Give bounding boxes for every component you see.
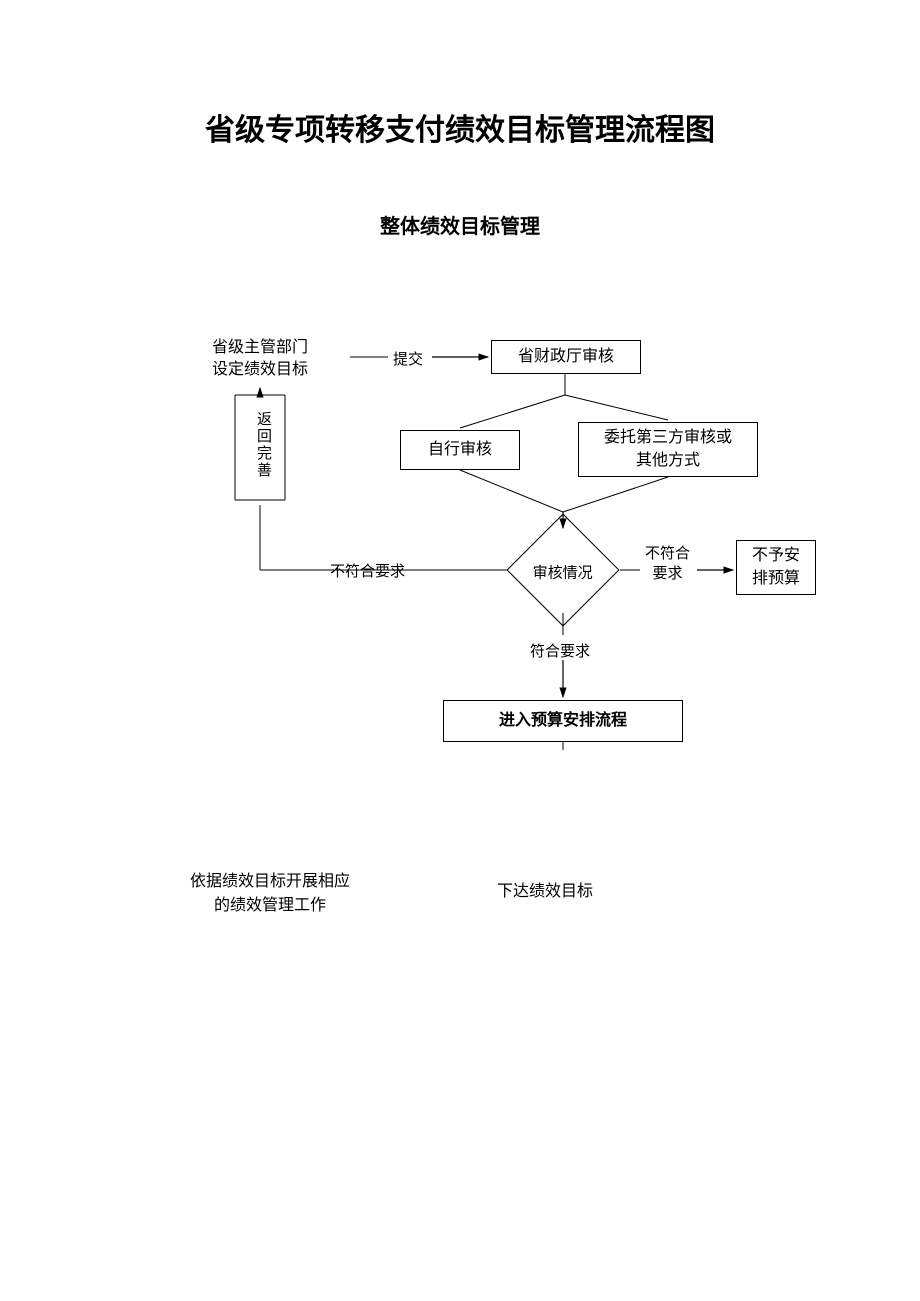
label-submit: 提交	[393, 348, 423, 369]
node-third-party: 委托第三方审核或 其他方式	[578, 422, 758, 477]
subtitle: 整体绩效目标管理	[0, 210, 920, 239]
label-return-improve: 返回完善	[253, 400, 274, 490]
main-title: 省级专项转移支付绩效目标管理流程图	[0, 105, 920, 149]
bottom-right-text: 下达绩效目标	[470, 880, 620, 904]
return-bracket	[0, 0, 920, 1301]
label-not-meet-right: 不符合 要求	[645, 545, 690, 584]
node-decision: 审核情况	[506, 513, 619, 626]
node-enter-budget: 进入预算安排流程	[443, 700, 683, 742]
label-not-meet-left: 不符合要求	[330, 560, 405, 581]
label-meet: 符合要求	[530, 640, 590, 661]
node-no-budget: 不予安 排预算	[736, 540, 816, 595]
bottom-left-text: 依据绩效目标开展相应 的绩效管理工作	[160, 870, 380, 918]
flow-arrows	[0, 0, 920, 1301]
node-province-review: 省财政厅审核	[491, 340, 641, 374]
node-start: 省级主管部门 设定绩效目标	[185, 335, 335, 383]
node-self-review: 自行审核	[400, 430, 520, 470]
